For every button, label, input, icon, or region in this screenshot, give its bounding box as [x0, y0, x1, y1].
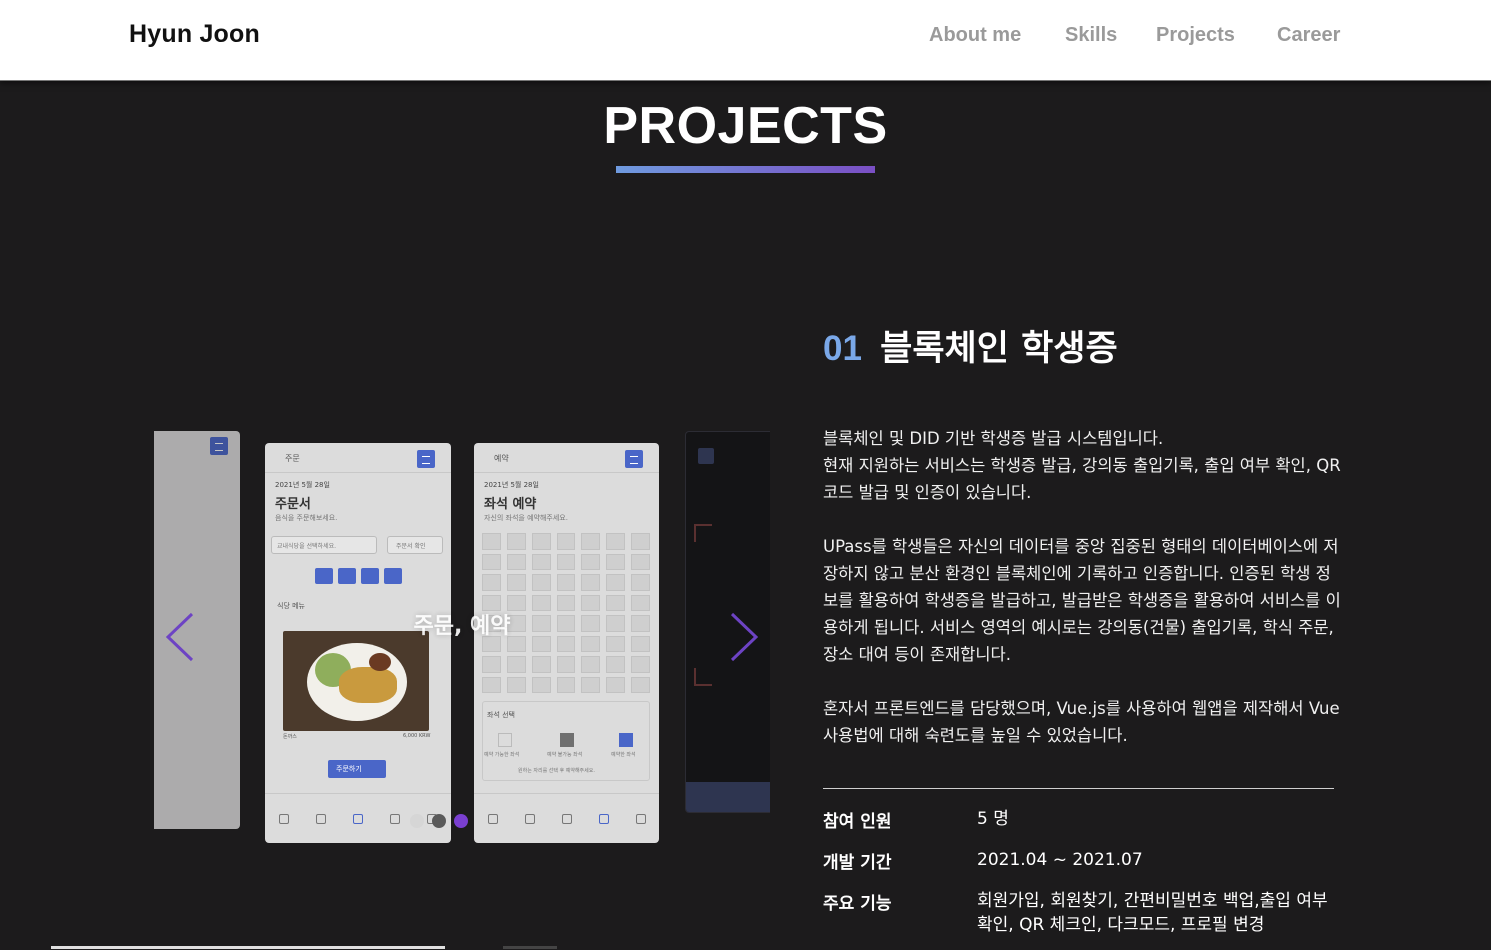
scroll-bottom-icon: [384, 568, 402, 584]
chevron-right-icon: [730, 612, 759, 662]
carousel-pagination: [410, 813, 514, 829]
restaurant-select: 교내식당을 선택하세요.: [271, 536, 377, 554]
menu-icon: [625, 450, 643, 468]
info-label: 참여 인원: [823, 812, 892, 832]
phone-topbar: 주문: [265, 443, 451, 473]
reserve-subtitle: 자신의 좌석을 예약해주세요.: [484, 514, 568, 522]
info-value: 5 명: [977, 809, 1009, 829]
menu-icon: [417, 450, 435, 468]
slide-order-screen: 주문 2021년 5월 28일 주문서 음식을 주문해보세요. 교내식당을 선택…: [265, 443, 451, 843]
description-paragraph: 혼자서 프론트엔드를 담당했으며, Vue.js를 사용하여 웹앱을 제작해서 …: [823, 699, 1340, 745]
project-number: 01: [823, 329, 862, 368]
info-divider: [823, 788, 1334, 789]
carousel-overlay-caption: 주문, 예약: [413, 614, 511, 639]
info-label: 주요 기능: [823, 894, 892, 914]
menu-item-price: 6,000 KRW: [403, 733, 431, 739]
order-date: 2021년 5월 28일: [275, 481, 330, 489]
scroll-up-icon: [315, 568, 333, 584]
site-logo[interactable]: Hyun Joon: [129, 20, 260, 49]
restaurant-select-text: 교내식당을 선택하세요.: [277, 543, 337, 550]
carousel-next-arrow[interactable]: [724, 611, 764, 663]
close-icon: [698, 448, 714, 464]
scroll-top-icon: [338, 568, 356, 584]
carousel-prev-arrow[interactable]: [162, 611, 202, 663]
qr-frame-corner: [694, 524, 712, 542]
nav-about-me[interactable]: About me: [929, 24, 1021, 47]
info-label: 개발 기간: [823, 853, 892, 873]
order-subtitle: 음식을 주문해보세요.: [275, 514, 338, 522]
next-card-edge: [503, 946, 557, 949]
order-confirm-label: 주문서 확인: [396, 543, 426, 550]
nav-skills[interactable]: Skills: [1065, 24, 1117, 47]
project-description: 블록체인 및 DID 기반 학생증 발급 시스템입니다. 현재 지원하는 서비스…: [823, 425, 1343, 776]
seat-select-label: 좌석 선택: [487, 711, 515, 719]
carousel-dot-active[interactable]: [454, 814, 468, 828]
info-value: 2021.04 ~ 2021.07: [977, 850, 1143, 870]
order-confirm-button: 주문서 확인: [387, 536, 443, 554]
qr-bottom-button: [686, 782, 770, 812]
site-header: Hyun Joon About me Skills Projects Caree…: [0, 0, 1491, 81]
phone-topbar-label: 주문: [285, 454, 300, 463]
next-card-edge: [51, 946, 445, 949]
chevron-left-icon: [165, 612, 194, 662]
menu-icon: [210, 437, 228, 455]
menu-item-name: 돈까스: [283, 734, 297, 740]
reserve-heading: 좌석 예약: [484, 497, 537, 512]
nav-career[interactable]: Career: [1277, 24, 1340, 47]
qr-frame-corner: [694, 668, 712, 686]
phone-topbar: 예약: [474, 443, 659, 473]
seat-unavailable-sample: [560, 733, 574, 747]
section-title: PROJECTS: [603, 97, 888, 155]
food-image: [283, 631, 429, 731]
description-paragraph: UPass를 학생들은 자신의 데이터를 중앙 집중된 형태의 데이터베이스에 …: [823, 537, 1341, 664]
carousel-dot[interactable]: [410, 814, 424, 828]
info-value: 회원가입, 회원찾기, 간편비밀번호 백업,출입 여부 확인, QR 체크인, …: [977, 891, 1328, 935]
scroll-down-icon: [361, 568, 379, 584]
seat-legend-reserved: 예약한 좌석: [611, 752, 636, 758]
carousel-dot[interactable]: [432, 814, 446, 828]
seat-legend-unavailable: 예약 불가능 좌석: [547, 752, 583, 758]
seat-reserved-sample: [619, 733, 633, 747]
project-title: 01 블록체인 학생증: [823, 320, 1118, 371]
description-paragraph: 블록체인 및 DID 기반 학생증 발급 시스템입니다. 현재 지원하는 서비스…: [823, 429, 1341, 502]
phone-topbar-label: 예약: [494, 454, 509, 463]
slide-reservation-screen: 예약 2021년 5월 28일 좌석 예약 자신의 좌석을 예약해주세요. 좌석…: [474, 443, 659, 843]
seat-available-sample: [498, 733, 512, 747]
nav-projects[interactable]: Projects: [1156, 24, 1235, 47]
reserve-date: 2021년 5월 28일: [484, 481, 539, 489]
section-title-underline: [616, 166, 875, 173]
project-name: 블록체인 학생증: [880, 329, 1118, 369]
seat-note: 원하는 자리를 선택 후 예약해주세요.: [518, 768, 595, 774]
order-heading: 주문서: [275, 497, 311, 512]
seat-legend-available: 예약 가능한 좌석: [484, 752, 520, 758]
project-carousel[interactable]: 주문 2021년 5월 28일 주문서 음식을 주문해보세요. 교내식당을 선택…: [154, 428, 770, 848]
order-submit-button: 주문하기: [328, 760, 386, 778]
order-submit-label: 주문하기: [336, 765, 362, 773]
